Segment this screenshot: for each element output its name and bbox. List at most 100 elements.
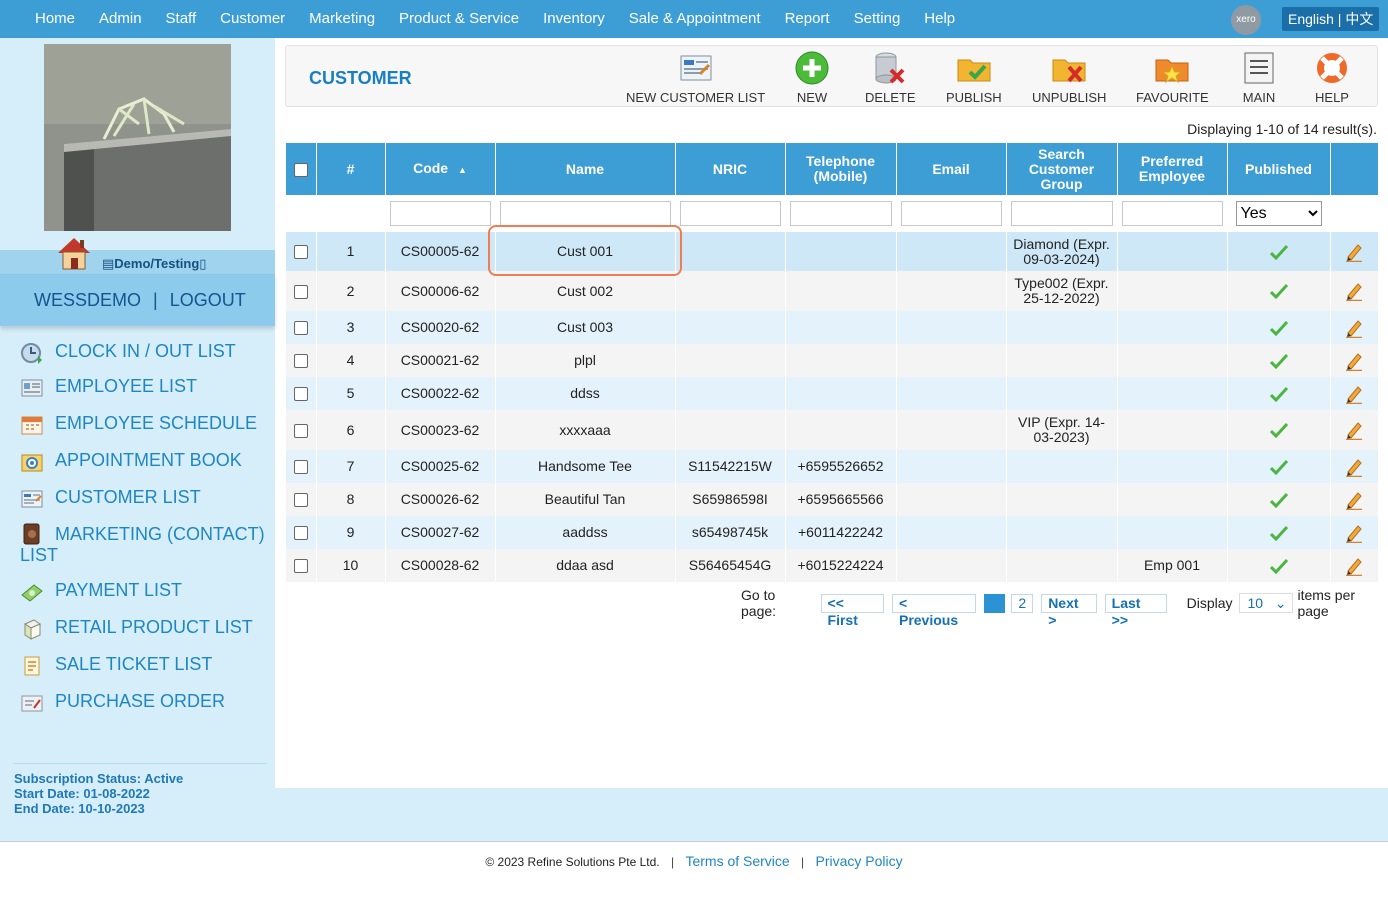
name-filter-input[interactable] xyxy=(499,201,671,226)
column-header-name[interactable]: Name xyxy=(495,143,676,195)
edit-pencil-icon[interactable] xyxy=(1344,457,1364,477)
table-row[interactable]: 8 CS00026-62 Beautiful Tan S65986598I +65956… xyxy=(286,483,1379,516)
side-item-marketing-contact[interactable]: MARKETING (CONTACT) LIST xyxy=(0,523,275,566)
nav-product-service[interactable]: Product & Service xyxy=(387,0,531,38)
privacy-policy-link[interactable]: Privacy Policy xyxy=(816,853,903,869)
nav-marketing[interactable]: Marketing xyxy=(297,0,387,38)
main-button[interactable]: MAIN xyxy=(1241,50,1277,105)
column-header-published[interactable]: Published xyxy=(1227,143,1331,195)
edit-pencil-icon[interactable] xyxy=(1344,281,1364,301)
table-row[interactable]: 6 CS00023-62 xxxxaaa VIP (Expr. 14-03-2023) xyxy=(286,410,1379,450)
help-button[interactable]: HELP xyxy=(1314,50,1350,105)
table-row[interactable]: 2 CS00006-62 Cust 002 Type002 (Expr. 25-12-… xyxy=(286,271,1379,311)
row-checkbox[interactable] xyxy=(293,321,308,336)
row-checkbox[interactable] xyxy=(293,526,308,541)
published-check-icon[interactable] xyxy=(1269,353,1289,369)
table-row[interactable]: 9 CS00027-62 aaddss s65498745k +6011422242 xyxy=(286,516,1379,549)
column-header-customer-group[interactable]: Search Customer Group xyxy=(1006,143,1118,195)
row-checkbox[interactable] xyxy=(293,354,308,369)
table-row[interactable]: 5 CS00022-62 ddss xyxy=(286,377,1379,410)
first-page-button[interactable]: << First xyxy=(820,593,884,628)
employee-filter-input[interactable] xyxy=(1121,201,1223,226)
items-per-page-select[interactable]: 10 ⌄ xyxy=(1238,593,1294,613)
row-checkbox[interactable] xyxy=(293,284,308,299)
new-button[interactable]: NEW xyxy=(794,50,830,105)
published-check-icon[interactable] xyxy=(1269,525,1289,541)
edit-pencil-icon[interactable] xyxy=(1344,490,1364,510)
published-check-icon[interactable] xyxy=(1269,283,1289,300)
edit-pencil-icon[interactable] xyxy=(1344,556,1364,576)
side-item-employee-schedule[interactable]: EMPLOYEE SCHEDULE xyxy=(0,413,275,435)
published-check-icon[interactable] xyxy=(1269,459,1289,475)
delete-button[interactable]: DELETE xyxy=(865,50,916,105)
email-filter-input[interactable] xyxy=(900,201,1002,226)
edit-pencil-icon[interactable] xyxy=(1344,384,1364,404)
published-filter-select[interactable]: Yes xyxy=(1235,201,1322,226)
publish-button[interactable]: PUBLISH xyxy=(946,50,1002,105)
column-header-preferred-employee[interactable]: Preferred Employee xyxy=(1117,143,1228,195)
telephone-filter-input[interactable] xyxy=(789,201,892,226)
table-row[interactable]: 7 CS00025-62 Handsome Tee S11542215W +659552… xyxy=(286,450,1379,483)
edit-pencil-icon[interactable] xyxy=(1344,523,1364,543)
side-item-clock-in-out[interactable]: CLOCK IN / OUT LIST xyxy=(0,341,275,364)
table-row[interactable]: 3 CS00020-62 Cust 003 xyxy=(286,311,1379,344)
username-link[interactable]: WESSDEMO xyxy=(34,290,141,310)
published-check-icon[interactable] xyxy=(1269,422,1289,439)
nav-setting[interactable]: Setting xyxy=(842,0,913,38)
code-filter-input[interactable] xyxy=(389,201,491,226)
nric-filter-input[interactable] xyxy=(679,201,781,226)
side-item-sale-ticket-list[interactable]: SALE TICKET LIST xyxy=(0,654,275,676)
nav-staff[interactable]: Staff xyxy=(154,0,209,38)
new-customer-list-button[interactable]: NEW CUSTOMER LIST xyxy=(626,50,765,105)
edit-pencil-icon[interactable] xyxy=(1344,242,1364,262)
row-checkbox[interactable] xyxy=(293,559,308,574)
previous-page-button[interactable]: < Previous xyxy=(891,593,976,628)
published-check-icon[interactable] xyxy=(1269,320,1289,336)
row-checkbox[interactable] xyxy=(293,387,308,402)
favourite-button[interactable]: FAVOURITE xyxy=(1136,50,1209,105)
row-checkbox[interactable] xyxy=(293,423,308,438)
unpublish-button[interactable]: UNPUBLISH xyxy=(1032,50,1106,105)
logout-link[interactable]: LOGOUT xyxy=(170,290,246,310)
page-button[interactable]: 2 xyxy=(1011,593,1034,613)
column-header-telephone[interactable]: Telephone (Mobile) xyxy=(785,143,897,195)
xero-button[interactable]: xero xyxy=(1231,5,1261,35)
side-item-customer-list[interactable]: CUSTOMER LIST xyxy=(0,487,275,508)
nav-sale-appointment[interactable]: Sale & Appointment xyxy=(617,0,773,38)
next-page-button[interactable]: Next > xyxy=(1041,593,1097,628)
terms-of-service-link[interactable]: Terms of Service xyxy=(685,853,789,869)
published-check-icon[interactable] xyxy=(1269,244,1289,260)
column-header-code[interactable]: Code ▲ xyxy=(385,143,496,195)
table-row[interactable]: 1 CS00005-62 Cust 001 Diamond (Expr. 09-03-… xyxy=(286,232,1379,271)
published-check-icon[interactable] xyxy=(1269,558,1289,574)
column-header-email[interactable]: Email xyxy=(896,143,1007,195)
table-row[interactable]: 4 CS00021-62 plpl xyxy=(286,344,1379,377)
language-switcher[interactable]: English | 中文 xyxy=(1282,7,1380,31)
nav-report[interactable]: Report xyxy=(773,0,842,38)
edit-pencil-icon[interactable] xyxy=(1344,351,1364,371)
select-all-checkbox[interactable] xyxy=(293,162,308,177)
published-check-icon[interactable] xyxy=(1269,386,1289,402)
side-item-purchase-order[interactable]: PURCHASE ORDER xyxy=(0,691,275,712)
side-item-payment-list[interactable]: PAYMENT LIST xyxy=(0,580,275,602)
customer-group-filter-input[interactable] xyxy=(1010,201,1113,226)
table-row[interactable]: 10 CS00028-62 ddaa asd S56465454G +601522422… xyxy=(286,549,1379,582)
nav-help[interactable]: Help xyxy=(912,0,967,38)
side-item-appointment-book[interactable]: APPOINTMENT BOOK xyxy=(0,450,275,472)
nav-home[interactable]: Home xyxy=(23,0,87,38)
edit-pencil-icon[interactable] xyxy=(1344,420,1364,440)
side-item-retail-product-list[interactable]: RETAIL PRODUCT LIST xyxy=(0,617,275,640)
nav-customer[interactable]: Customer xyxy=(208,0,297,38)
nav-admin[interactable]: Admin xyxy=(87,0,154,38)
row-checkbox[interactable] xyxy=(293,460,308,475)
row-checkbox[interactable] xyxy=(293,493,308,508)
nav-inventory[interactable]: Inventory xyxy=(531,0,617,38)
row-checkbox[interactable] xyxy=(293,245,308,260)
edit-pencil-icon[interactable] xyxy=(1344,318,1364,338)
column-header-nric[interactable]: NRIC xyxy=(675,143,786,195)
side-item-employee-list[interactable]: EMPLOYEE LIST xyxy=(0,376,275,397)
home-icon[interactable] xyxy=(54,235,94,271)
published-check-icon[interactable] xyxy=(1269,492,1289,508)
page-button-current[interactable]: 1 xyxy=(983,593,1006,613)
last-page-button[interactable]: Last >> xyxy=(1104,593,1167,628)
